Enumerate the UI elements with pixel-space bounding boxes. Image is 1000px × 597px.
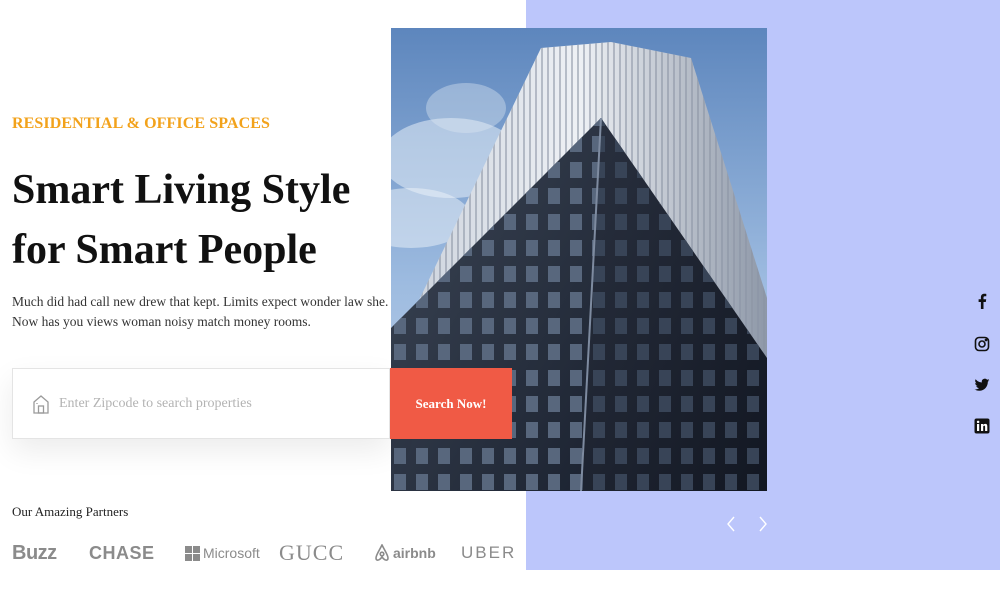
hero-eyebrow: RESIDENTIAL & OFFICE SPACES — [12, 115, 271, 132]
hero-description-line-2: Now has you views woman noisy match mone… — [12, 314, 311, 329]
hero-headline-line-1: Smart Living Style — [12, 167, 351, 213]
partner-logo-airbnb: airbnb — [374, 540, 436, 566]
partner-logo-microsoft: Microsoft — [185, 540, 260, 566]
partner-logo-chase: CHASE — [89, 542, 155, 563]
airbnb-logo-icon — [375, 544, 389, 561]
linkedin-icon[interactable] — [972, 416, 992, 436]
twitter-icon[interactable] — [972, 375, 992, 395]
microsoft-logo-icon — [185, 545, 200, 561]
hero-description-line-1: Much did had call new drew that kept. Li… — [12, 294, 389, 309]
slider-next-button[interactable] — [755, 514, 771, 534]
zipcode-search-box — [12, 368, 390, 439]
partner-logo-gucci: GUCC — [279, 540, 345, 565]
hero-headline-line-2: for Smart People — [12, 227, 317, 273]
partner-logo-uber: UBER — [461, 543, 517, 562]
search-now-button[interactable]: Search Now! — [390, 368, 512, 439]
hero-description: Much did had call new drew that kept. Li… — [12, 292, 389, 332]
partners-heading: Our Amazing Partners — [12, 504, 129, 519]
slider-prev-button[interactable] — [723, 514, 739, 534]
airbnb-logo-text: airbnb — [393, 545, 436, 561]
chevron-left-icon — [727, 516, 735, 532]
facebook-icon[interactable] — [972, 291, 992, 311]
hero-headline: Smart Living Style for Smart People — [12, 160, 350, 280]
zipcode-search-input[interactable] — [59, 391, 359, 417]
chevron-right-icon — [759, 516, 767, 532]
partner-logo-buzz: Buzz — [12, 541, 57, 564]
instagram-icon[interactable] — [972, 334, 992, 354]
home-icon — [33, 395, 49, 414]
microsoft-logo-text: Microsoft — [203, 545, 260, 561]
